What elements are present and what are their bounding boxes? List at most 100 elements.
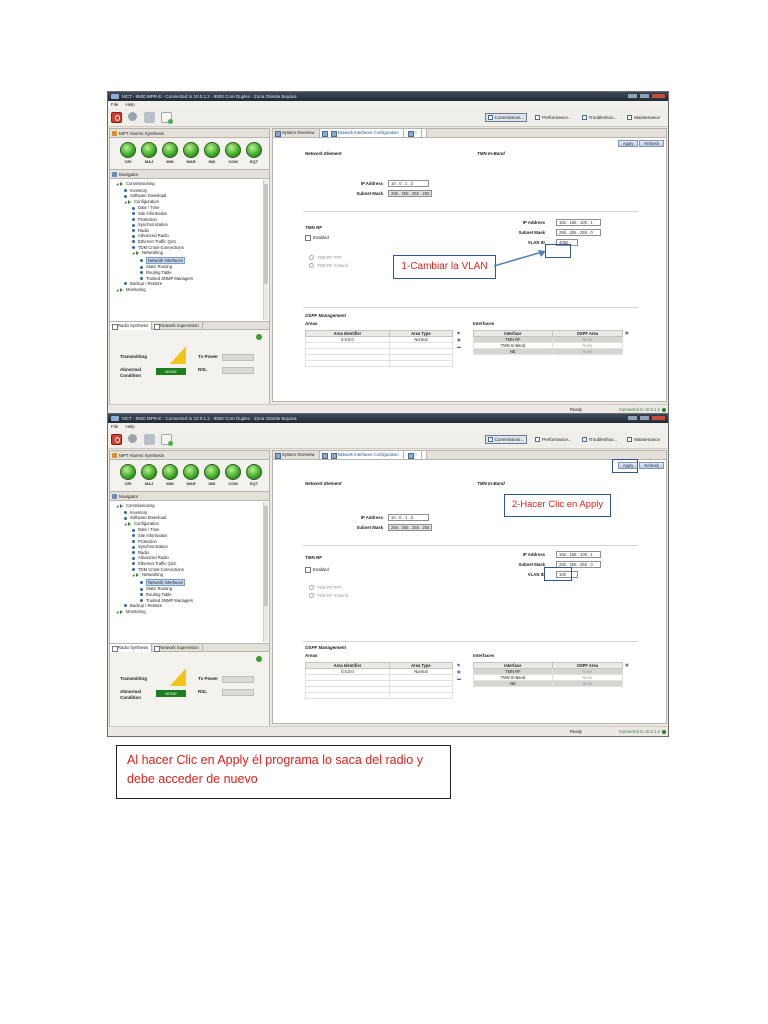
edit-icon[interactable]: ▣ — [457, 668, 461, 675]
document-icon[interactable] — [161, 434, 173, 446]
tmn-rf-ppp-radio[interactable]: TMN RF PPP — [309, 585, 342, 590]
folder-icon — [120, 609, 123, 614]
edit-icon[interactable]: ▣ — [625, 329, 629, 336]
close-tab-icon[interactable]: × — [406, 451, 423, 459]
document-icon[interactable] — [161, 112, 173, 124]
tree-item-commissioning[interactable]: ◢ Commissioning — [114, 503, 269, 510]
close-tab-icon[interactable]: × — [406, 129, 423, 137]
tree-item-network-interfaces[interactable]: Network Interfaces — [114, 256, 269, 265]
table-row[interactable]: NE None — [473, 348, 624, 355]
tab-radio-synthesis[interactable]: Radio Synthesis — [110, 644, 153, 652]
maximize-icon[interactable] — [639, 93, 650, 99]
inband-ip-input[interactable]: 192 . 168 . 100 . 1 — [556, 219, 601, 226]
tab-network-supervision[interactable]: Network Supervision — [152, 322, 203, 330]
window-title-bar: MCT - 9500 MPR-E - Connected to 10.0.1.2… — [108, 414, 668, 423]
section-divider — [303, 545, 638, 546]
power-icon[interactable] — [111, 112, 122, 123]
tmn-rf-inband-radio[interactable]: TMN RF In-Band — [309, 593, 348, 598]
bullet-icon — [132, 539, 135, 543]
tab-network-interfaces[interactable]: Network Interfaces Configuration × — [319, 129, 428, 137]
tree-scrollbar[interactable] — [263, 180, 268, 320]
navigator-tab[interactable]: Navigator — [110, 492, 269, 501]
close-icon[interactable] — [651, 93, 666, 99]
inband-ip-input[interactable]: 192 . 168 . 100 . 1 — [556, 551, 601, 558]
perspective-troubleshooting[interactable]: Troubleshoo... — [580, 113, 620, 122]
tab-system-overview[interactable]: System Overview — [273, 451, 320, 459]
tmn-rf-inband-radio[interactable]: TMN RF In-Band — [309, 263, 348, 268]
scrollbar-thumb[interactable] — [264, 184, 268, 284]
table-row — [305, 360, 454, 367]
edit-icon[interactable]: ▣ — [457, 336, 461, 343]
menu-help[interactable]: Help — [126, 102, 135, 107]
alarms-panel-tab[interactable]: MPT Alarms Synthesis — [110, 129, 269, 138]
scrollbar-thumb[interactable] — [264, 506, 268, 606]
menu-help[interactable]: Help — [126, 424, 135, 429]
tab-system-overview[interactable]: System Overview — [273, 129, 320, 137]
perspective-performance[interactable]: Performance... — [533, 435, 574, 444]
led-icon — [183, 464, 199, 480]
menu-file[interactable]: File — [111, 102, 118, 107]
remove-icon[interactable]: ▬ — [457, 343, 461, 350]
tx-power-field — [222, 676, 254, 683]
tree-item-monitoring[interactable]: ◢ Monitoring — [114, 287, 269, 294]
close-icon[interactable] — [651, 415, 666, 421]
ne-ip-input[interactable]: 10 . 0 . 1 . 2 — [388, 180, 429, 187]
tree-item-configuration[interactable]: ◢ Configuration — [114, 199, 269, 206]
perspective-troubleshooting[interactable]: Troubleshoo... — [580, 435, 620, 444]
editor-tabs: System Overview Network Interfaces Confi… — [273, 129, 666, 138]
inband-mask-input[interactable]: 255 . 255 . 255 . 0 — [556, 229, 601, 236]
status-icon[interactable] — [256, 656, 262, 662]
editor-tabs: System Overview Network Interfaces Confi… — [273, 451, 666, 460]
perspective-commissioning[interactable]: Commissioni... — [484, 435, 528, 444]
table-row[interactable]: NE None — [473, 680, 624, 687]
tab-radio-synthesis[interactable]: Radio Synthesis — [110, 322, 153, 330]
tree-item-networking[interactable]: ◢ Networking — [114, 572, 269, 579]
maximize-icon[interactable] — [639, 415, 650, 421]
perspective-maintenance[interactable]: Maintenance — [625, 113, 662, 122]
refresh-button[interactable]: Refresh — [639, 140, 664, 147]
alarms-panel-tab[interactable]: MPT Alarms Synthesis — [110, 451, 269, 460]
navigator-tab[interactable]: Navigator — [110, 170, 269, 179]
status-icon[interactable] — [256, 334, 262, 340]
ospf-heading: OSPF Management — [305, 645, 347, 650]
bullet-icon — [132, 234, 135, 238]
ne-ip-input[interactable]: 10 . 0 . 1 . 2 — [388, 514, 429, 521]
minimize-icon[interactable] — [627, 93, 638, 99]
perspective-icon — [627, 115, 633, 120]
menu-file[interactable]: File — [111, 424, 118, 429]
perspective-bar: Commissioni... Performance... Troublesho… — [484, 113, 662, 122]
led-icon — [162, 464, 178, 480]
network-element-heading: Network Element — [305, 151, 342, 156]
tool-icon[interactable] — [128, 112, 137, 121]
window-title: MCT - 9500 MPR-E - Connected to 10.0.1.2… — [122, 416, 297, 421]
tree-item-commissioning[interactable]: ◢ Commissioning — [114, 181, 269, 188]
power-icon[interactable] — [111, 434, 122, 445]
tree-item-monitoring[interactable]: ◢ Monitoring — [114, 609, 269, 616]
minimize-icon[interactable] — [627, 415, 638, 421]
led-row: CRI MAJ MIN WAR IND COM EQT — [119, 142, 263, 164]
perspective-performance[interactable]: Performance... — [533, 113, 574, 122]
apply-button[interactable]: Apply — [617, 140, 639, 147]
refresh-button[interactable]: Refresh — [639, 462, 664, 469]
remove-icon[interactable]: ▬ — [457, 675, 461, 682]
edit-icon[interactable]: ▣ — [625, 661, 629, 668]
perspective-commissioning[interactable]: Commissioni... — [484, 113, 528, 122]
wrench-icon[interactable] — [144, 434, 155, 445]
tree-item-network-interfaces[interactable]: Network Interfaces — [114, 578, 269, 587]
add-icon[interactable]: ◆ — [457, 661, 461, 668]
tab-network-supervision[interactable]: Network Supervision — [152, 644, 203, 652]
tree-item-configuration[interactable]: ◢ Configuration — [114, 521, 269, 528]
tree-scrollbar[interactable] — [263, 502, 268, 642]
tool-icon[interactable] — [128, 434, 137, 443]
window-title: MCT - 9500 MPR-E - Connected to 10.0.1.2… — [122, 94, 297, 99]
add-icon[interactable]: ◆ — [457, 329, 461, 336]
tmn-rf-enabled-checkbox[interactable]: Enabled — [305, 235, 329, 241]
tree-item-networking[interactable]: ◢ Networking — [114, 250, 269, 257]
led-com: COM — [224, 464, 242, 486]
bullet-icon — [132, 223, 135, 227]
tab-network-interfaces[interactable]: Network Interfaces Configuration × — [319, 451, 428, 459]
tmn-rf-ppp-radio[interactable]: TMN RF PPP — [309, 255, 342, 260]
wrench-icon[interactable] — [144, 112, 155, 123]
tmn-rf-enabled-checkbox[interactable]: Enabled — [305, 567, 329, 573]
perspective-maintenance[interactable]: Maintenance — [625, 435, 662, 444]
